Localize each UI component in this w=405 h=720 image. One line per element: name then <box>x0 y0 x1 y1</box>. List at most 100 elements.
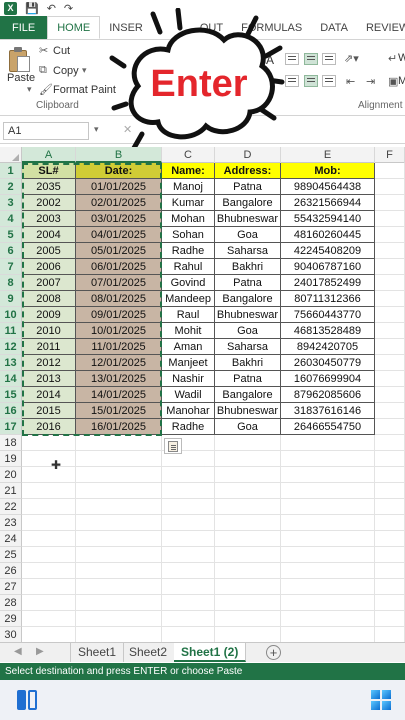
cell-d17[interactable]: Goa <box>215 419 281 435</box>
cell-c3[interactable]: Kumar <box>162 195 215 211</box>
cell-a20[interactable] <box>22 467 76 483</box>
row-header[interactable]: 14 <box>0 371 22 387</box>
cell-a28[interactable] <box>22 595 76 611</box>
cell-b2[interactable]: 01/01/2025 <box>76 179 162 195</box>
paste-icon[interactable] <box>9 46 31 74</box>
sheet-prev-icon[interactable]: ◀ <box>14 646 22 657</box>
cell-e1[interactable]: Mob: <box>281 163 375 179</box>
cell-a17[interactable]: 2016 <box>22 419 76 435</box>
cell-a9[interactable]: 2008 <box>22 291 76 307</box>
cell-b11[interactable]: 10/01/2025 <box>76 323 162 339</box>
merge-center-icon[interactable]: ▣ <box>388 75 398 88</box>
cell-e10[interactable]: 75660443770 <box>281 307 375 323</box>
sheet-tab-sheet1-2[interactable]: Sheet1 (2) <box>174 643 247 662</box>
cell-c4[interactable]: Mohan <box>162 211 215 227</box>
cell-b1[interactable]: Date: <box>76 163 162 179</box>
cell-b9[interactable]: 08/01/2025 <box>76 291 162 307</box>
cell-d14[interactable]: Patna <box>215 371 281 387</box>
cell-e19[interactable] <box>281 451 375 467</box>
cell-e13[interactable]: 26030450779 <box>281 355 375 371</box>
cell-f5[interactable] <box>375 227 405 243</box>
cell-b12[interactable]: 11/01/2025 <box>76 339 162 355</box>
cell-a29[interactable] <box>22 611 76 627</box>
cell-c23[interactable] <box>162 515 215 531</box>
row-header[interactable]: 15 <box>0 387 22 403</box>
cell-b28[interactable] <box>76 595 162 611</box>
cell-a19[interactable] <box>22 451 76 467</box>
cell-f29[interactable] <box>375 611 405 627</box>
cell-d8[interactable]: Patna <box>215 275 281 291</box>
cell-a27[interactable] <box>22 579 76 595</box>
decrease-indent-icon[interactable]: ⇤ <box>346 75 355 88</box>
cell-d1[interactable]: Address: <box>215 163 281 179</box>
cell-e6[interactable]: 42245408209 <box>281 243 375 259</box>
cell-e30[interactable] <box>281 627 375 643</box>
cell-c11[interactable]: Mohit <box>162 323 215 339</box>
cell-b22[interactable] <box>76 499 162 515</box>
cell-f25[interactable] <box>375 547 405 563</box>
row-header[interactable]: 28 <box>0 595 22 611</box>
column-header-a[interactable]: A <box>22 147 76 163</box>
align-middle-icon[interactable] <box>304 53 318 65</box>
cell-f4[interactable] <box>375 211 405 227</box>
cell-a16[interactable]: 2015 <box>22 403 76 419</box>
cell-e25[interactable] <box>281 547 375 563</box>
row-header[interactable]: 16 <box>0 403 22 419</box>
cell-d29[interactable] <box>215 611 281 627</box>
increase-indent-icon[interactable]: ⇥ <box>366 75 375 88</box>
cell-c8[interactable]: Govind <box>162 275 215 291</box>
cell-e16[interactable]: 31837616146 <box>281 403 375 419</box>
cell-e15[interactable]: 87962085606 <box>281 387 375 403</box>
cell-e21[interactable] <box>281 483 375 499</box>
merge-center-button[interactable]: M <box>398 75 405 87</box>
cell-e5[interactable]: 48160260445 <box>281 227 375 243</box>
cell-e3[interactable]: 26321566944 <box>281 195 375 211</box>
cell-d25[interactable] <box>215 547 281 563</box>
row-header[interactable]: 30 <box>0 627 22 643</box>
cell-e14[interactable]: 16076699904 <box>281 371 375 387</box>
name-box[interactable]: A1 <box>3 122 89 140</box>
cell-b7[interactable]: 06/01/2025 <box>76 259 162 275</box>
cell-d16[interactable]: Bhubneswar <box>215 403 281 419</box>
cell-c13[interactable]: Manjeet <box>162 355 215 371</box>
cell-e29[interactable] <box>281 611 375 627</box>
cell-a12[interactable]: 2011 <box>22 339 76 355</box>
align-right-icon[interactable] <box>322 75 336 87</box>
cell-a13[interactable]: 2012 <box>22 355 76 371</box>
cell-b16[interactable]: 15/01/2025 <box>76 403 162 419</box>
undo-icon[interactable]: ↶ <box>47 2 56 15</box>
cell-b18[interactable] <box>76 435 162 451</box>
cell-a14[interactable]: 2013 <box>22 371 76 387</box>
cell-f15[interactable] <box>375 387 405 403</box>
copy-button[interactable]: Copy <box>53 65 79 77</box>
cell-b3[interactable]: 02/01/2025 <box>76 195 162 211</box>
cell-f13[interactable] <box>375 355 405 371</box>
cell-c6[interactable]: Radhe <box>162 243 215 259</box>
cell-d4[interactable]: Bhubneswar <box>215 211 281 227</box>
cell-f23[interactable] <box>375 515 405 531</box>
cell-c26[interactable] <box>162 563 215 579</box>
cell-a11[interactable]: 2010 <box>22 323 76 339</box>
cell-d26[interactable] <box>215 563 281 579</box>
cell-b30[interactable] <box>76 627 162 643</box>
cell-d5[interactable]: Goa <box>215 227 281 243</box>
cell-d20[interactable] <box>215 467 281 483</box>
cell-d27[interactable] <box>215 579 281 595</box>
cell-f16[interactable] <box>375 403 405 419</box>
cell-d28[interactable] <box>215 595 281 611</box>
cell-f24[interactable] <box>375 531 405 547</box>
cell-c24[interactable] <box>162 531 215 547</box>
redo-icon[interactable]: ↷ <box>64 2 73 15</box>
cell-e27[interactable] <box>281 579 375 595</box>
cell-a18[interactable] <box>22 435 76 451</box>
column-header-b[interactable]: B <box>76 147 162 163</box>
cell-f9[interactable] <box>375 291 405 307</box>
tab-file[interactable]: FILE <box>0 16 48 39</box>
cell-e20[interactable] <box>281 467 375 483</box>
sheet-tab-sheet2[interactable]: Sheet2 <box>122 643 176 662</box>
windows-start-icon[interactable] <box>371 690 391 710</box>
cell-b25[interactable] <box>76 547 162 563</box>
row-header[interactable]: 5 <box>0 227 22 243</box>
cell-a23[interactable] <box>22 515 76 531</box>
cell-c14[interactable]: Nashir <box>162 371 215 387</box>
